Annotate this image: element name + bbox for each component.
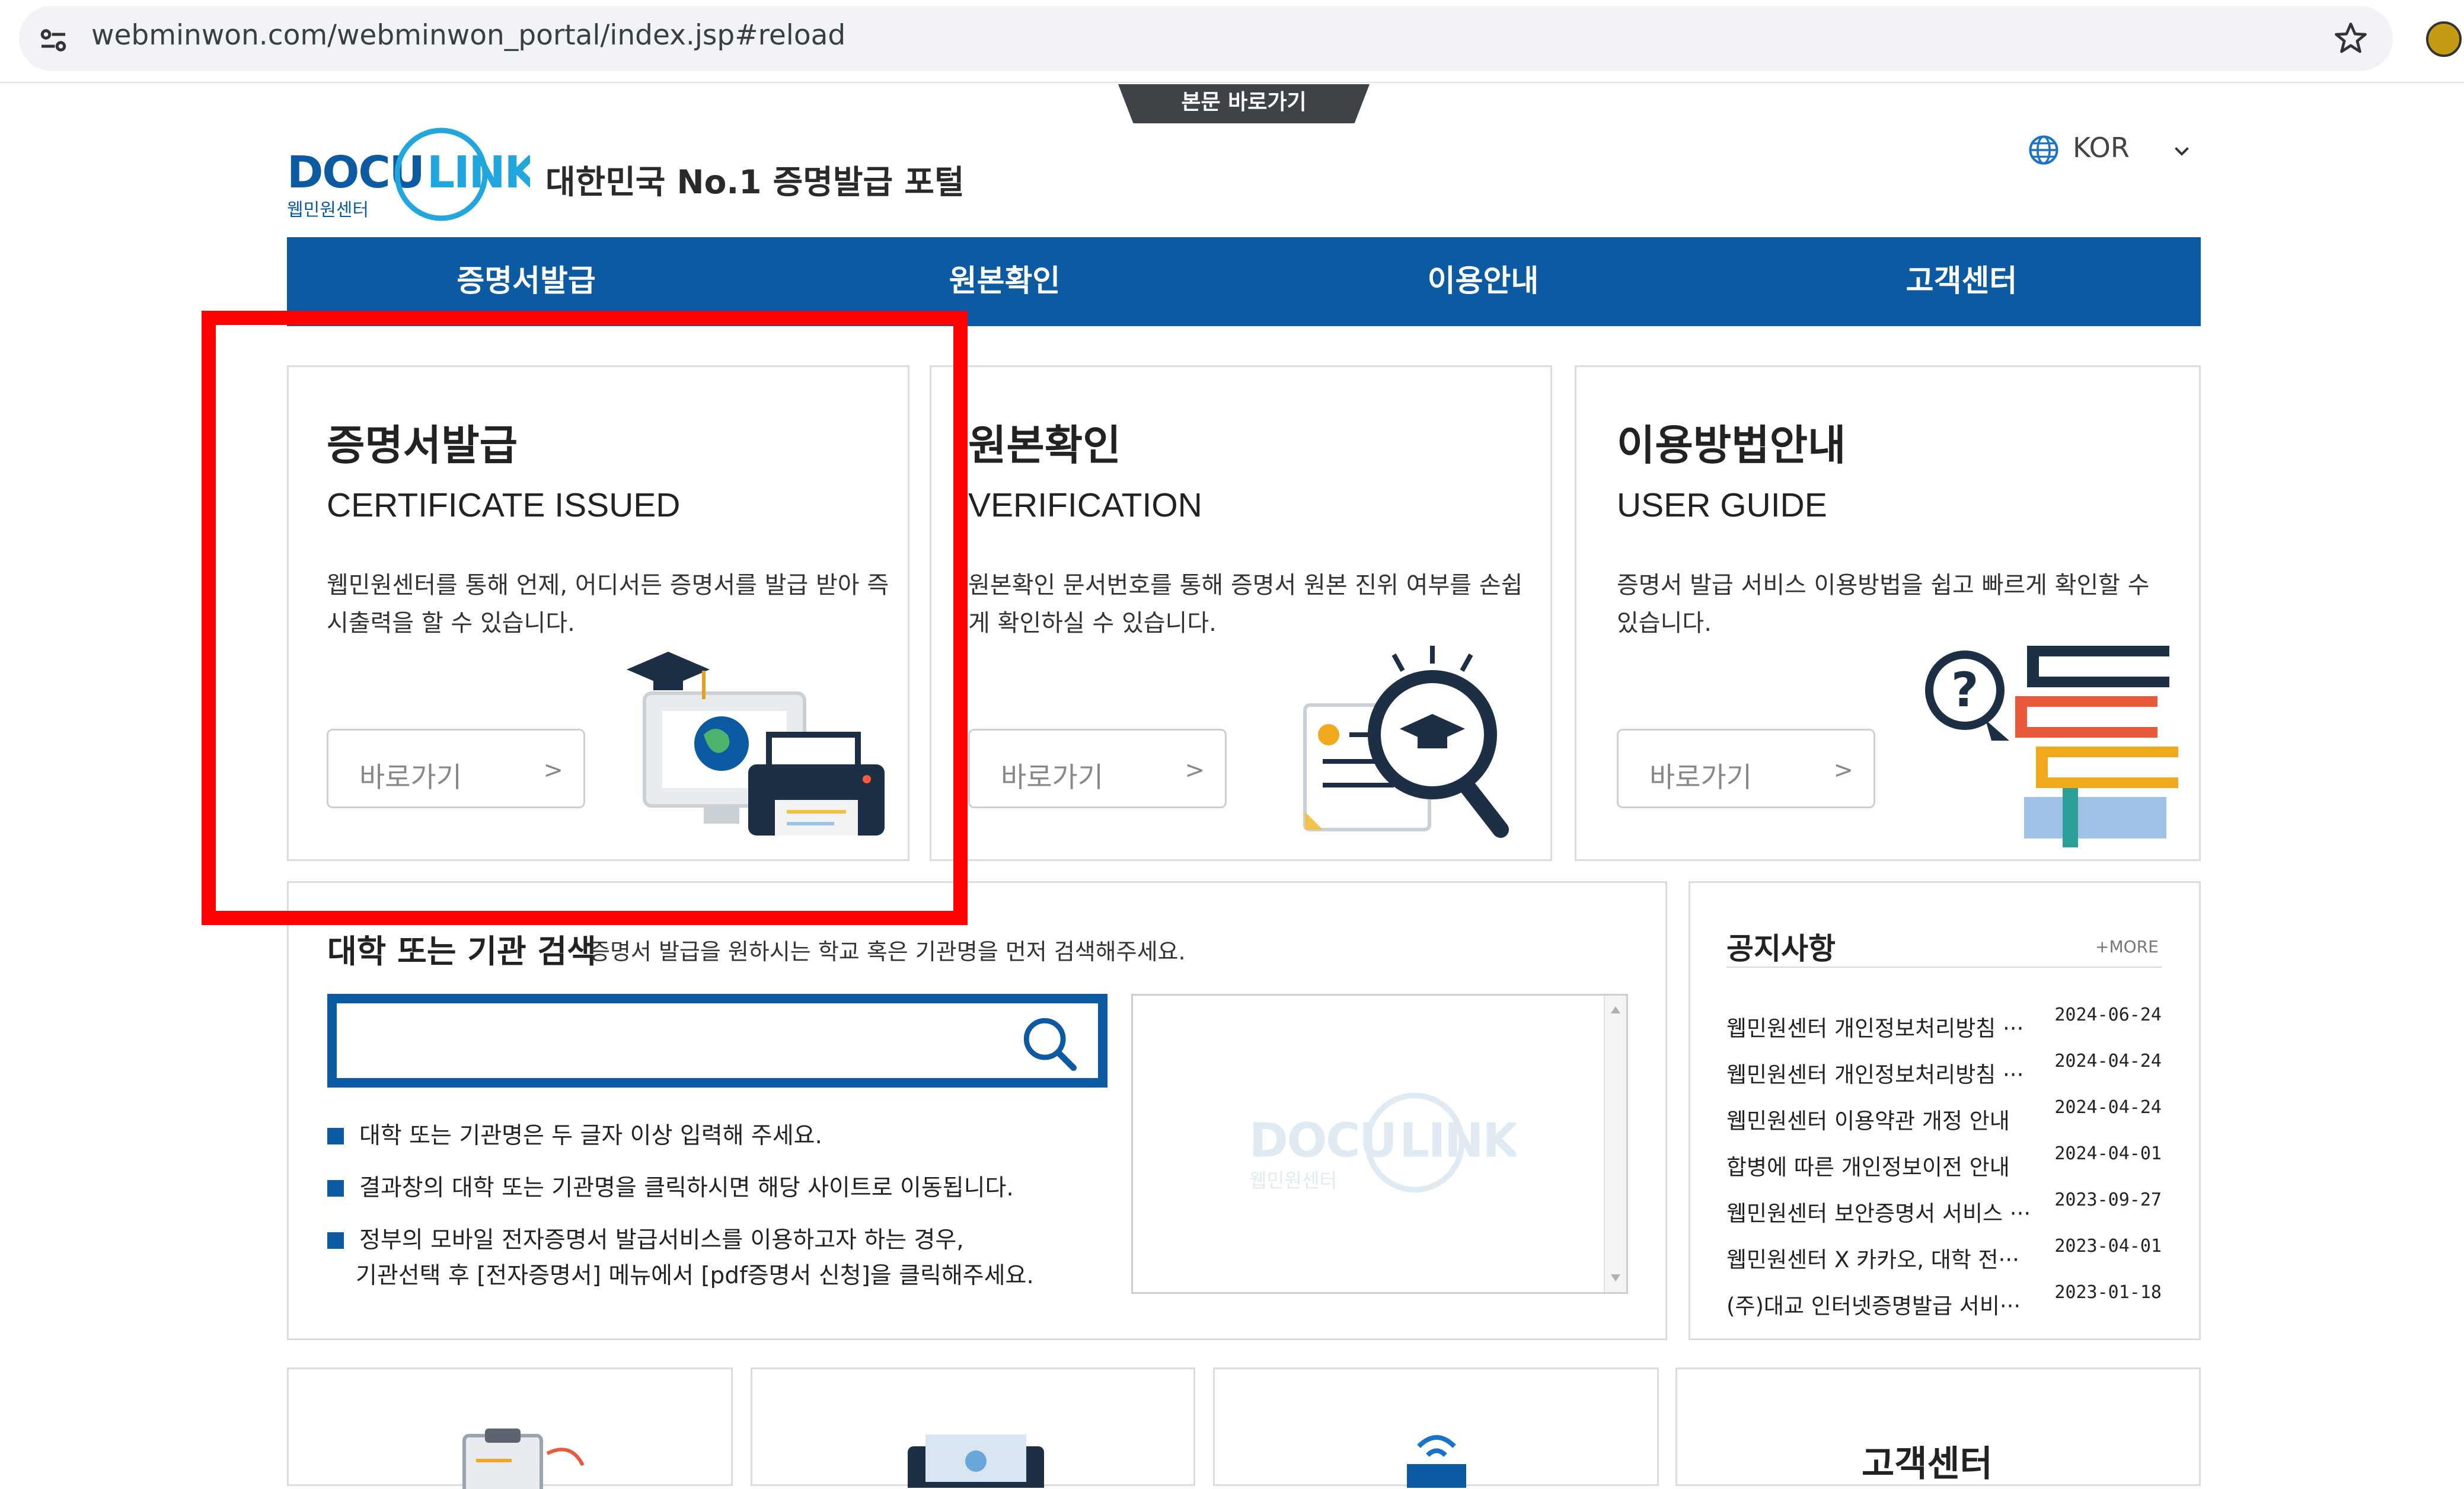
notice-title: 공지사항 [1726, 932, 1836, 966]
search-tip: 정부의 모바일 전자증명서 발급서비스를 이용하고자 하는 경우, [327, 1222, 964, 1255]
notice-item[interactable]: 웹민원센터 개인정보처리방침 ··· 2024-06-24 [1726, 1005, 2162, 1042]
card-user-guide: 이용방법안내 USER GUIDE 증명서 발급 서비스 이용방법을 쉽고 빠르… [1575, 365, 2201, 861]
monitor-gear-icon [908, 1434, 1044, 1488]
button-label: 바로가기 [1001, 761, 1103, 794]
card-certificate: 증명서발급 CERTIFICATE ISSUED 웹민원센터를 통해 언제, 어… [287, 365, 909, 861]
scroll-up-icon[interactable] [1608, 1004, 1623, 1016]
go-certificate-button[interactable]: 바로가기 > [327, 729, 585, 808]
search-results-box[interactable]: DOCU LINK 웹민원센터 [1131, 994, 1628, 1294]
card-title: 원본확인 [968, 421, 1121, 470]
notice-item-title[interactable]: 웹민원센터 보안증명서 서비스 ··· [1726, 1195, 2047, 1227]
bookmark-star-icon[interactable] [2332, 20, 2369, 57]
arrow-right-icon: > [1185, 757, 1205, 784]
notice-item-date: 2023-04-01 [2054, 1236, 2162, 1257]
institution-search-input[interactable] [349, 1015, 1003, 1070]
extension-icon[interactable] [2426, 21, 2462, 57]
search-title: 대학 또는 기관 검색 [327, 933, 596, 970]
tip-text: 대학 또는 기관명은 두 글자 이상 입력해 주세요. [359, 1123, 822, 1149]
card-title: 이용방법안내 [1617, 421, 1846, 470]
nav-item-certificate[interactable]: 증명서발급 [287, 237, 765, 326]
results-scrollbar[interactable] [1604, 996, 1626, 1292]
notice-item-title[interactable]: 합병에 따른 개인정보이전 안내 [1726, 1149, 2047, 1181]
scroll-down-icon[interactable] [1608, 1272, 1623, 1284]
question-books-icon: ? [1925, 646, 2178, 847]
search-hint: 증명서 발급을 원하시는 학교 혹은 기관명을 먼저 검색해주세요. [589, 939, 1186, 965]
chevron-down-icon[interactable] [2171, 140, 2192, 161]
magnifier-certificate-icon [1303, 646, 1509, 838]
globe-icon[interactable] [2028, 134, 2060, 166]
bullet-square-icon [327, 1180, 344, 1197]
doculink-watermark-logo: DOCU LINK 웹민원센터 [1249, 1092, 1516, 1193]
notice-item-date: 2024-04-24 [2054, 1097, 2162, 1118]
bottom-card[interactable] [1213, 1367, 1659, 1488]
nav-item-guide[interactable]: 이용안내 [1244, 237, 1722, 326]
search-icon[interactable] [1019, 1013, 1081, 1076]
tip-text: 결과창의 대학 또는 기관명을 클릭하시면 해당 사이트로 이동됩니다. [359, 1175, 1014, 1201]
arrow-right-icon: > [543, 757, 563, 784]
notice-item-title[interactable]: (주)대교 인터넷증명발급 서비··· [1726, 1288, 2047, 1320]
button-label: 바로가기 [1649, 761, 1752, 794]
card-subtitle: VERIFICATION [968, 486, 1202, 524]
notice-item[interactable]: 합병에 따른 개인정보이전 안내 2024-04-01 [1726, 1143, 2162, 1181]
notice-item[interactable]: 웹민원센터 개인정보처리방침 ··· 2024-04-24 [1726, 1051, 2162, 1089]
bullet-square-icon [327, 1232, 344, 1249]
card-subtitle: CERTIFICATE ISSUED [327, 486, 681, 524]
site-tagline: 대한민국 No.1 증명발급 포털 [545, 163, 965, 201]
search-box [327, 994, 1107, 1088]
notice-item[interactable]: (주)대교 인터넷증명발급 서비··· 2023-01-18 [1726, 1282, 2162, 1320]
svg-text:웹민원센터: 웹민원센터 [287, 200, 369, 221]
arrow-right-icon: > [1833, 757, 1853, 784]
button-label: 바로가기 [359, 761, 462, 794]
notice-item[interactable]: 웹민원센터 X 카카오, 대학 전··· 2023-04-01 [1726, 1236, 2162, 1274]
go-user-guide-button[interactable]: 바로가기 > [1617, 729, 1875, 808]
site-settings-icon[interactable] [36, 23, 71, 58]
svg-text:LINK: LINK [1399, 1112, 1516, 1168]
notice-item-date: 2024-04-24 [2054, 1051, 2162, 1072]
browser-divider [0, 82, 2464, 83]
main-nav: 증명서발급 원본확인 이용안내 고객센터 [287, 237, 2201, 326]
url-text[interactable]: webminwon.com/webminwon_portal/index.jsp… [91, 19, 845, 52]
notice-item-date: 2024-04-01 [2054, 1143, 2162, 1164]
go-verification-button[interactable]: 바로가기 > [968, 729, 1227, 808]
search-tip-continued: 기관선택 후 [전자증명서] 메뉴에서 [pdf증명서 신청]을 클릭해주세요. [356, 1262, 1034, 1289]
clipboard-icon [462, 1429, 585, 1489]
card-description: 증명서 발급 서비스 이용방법을 쉽고 빠르게 확인할 수 있습니다. [1617, 572, 2150, 637]
card-title: 증명서발급 [327, 421, 518, 470]
search-tip: 결과창의 대학 또는 기관명을 클릭하시면 해당 사이트로 이동됩니다. [327, 1169, 1014, 1203]
computer-printer-icon [627, 652, 885, 836]
tip-text: 정부의 모바일 전자증명서 발급서비스를 이용하고자 하는 경우, [359, 1227, 964, 1254]
bottom-card[interactable] [751, 1367, 1195, 1488]
doculink-logo[interactable]: DOCU LINK 웹민원센터 [287, 127, 530, 224]
skip-to-content-link[interactable]: 본문 바로가기 [1118, 84, 1370, 123]
card-subtitle: USER GUIDE [1617, 486, 1827, 524]
notice-item[interactable]: 웹민원센터 보안증명서 서비스 ··· 2023-09-27 [1726, 1190, 2162, 1227]
bullet-square-icon [327, 1128, 344, 1144]
notice-item-title[interactable]: 웹민원센터 개인정보처리방침 ··· [1726, 1057, 2047, 1089]
notice-item-title[interactable]: 웹민원센터 X 카카오, 대학 전··· [1726, 1242, 2047, 1274]
notice-item[interactable]: 웹민원센터 이용약관 개정 안내 2024-04-24 [1726, 1097, 2162, 1135]
nav-item-customer-center[interactable]: 고객센터 [1722, 237, 2201, 326]
search-tip: 대학 또는 기관명은 두 글자 이상 입력해 주세요. [327, 1117, 822, 1150]
svg-text:?: ? [1951, 662, 1978, 718]
svg-text:웹민원센터: 웹민원센터 [1249, 1169, 1337, 1192]
language-selector[interactable]: KOR [2073, 132, 2130, 164]
nav-item-verification[interactable]: 원본확인 [765, 237, 1244, 326]
bottom-card[interactable] [287, 1367, 733, 1489]
card-description: 원본확인 문서번호를 통해 증명서 원본 진위 여부를 손쉽게 확인하실 수 있… [968, 572, 1523, 637]
notice-item-title[interactable]: 웹민원센터 개인정보처리방침 ··· [1726, 1010, 2047, 1042]
card-verification: 원본확인 VERIFICATION 원본확인 문서번호를 통해 증명서 원본 진… [930, 365, 1552, 861]
wifi-device-icon [1407, 1435, 1466, 1488]
notice-item-title[interactable]: 웹민원센터 이용약관 개정 안내 [1726, 1103, 2047, 1135]
svg-text:LINK: LINK [427, 147, 530, 198]
customer-center-title: 고객센터 [1862, 1443, 1993, 1485]
notice-divider [1726, 967, 2162, 968]
notice-item-date: 2023-09-27 [2054, 1190, 2162, 1210]
card-description: 웹민원센터를 통해 언제, 어디서든 증명서를 발급 받아 즉시출력을 할 수 … [327, 572, 889, 637]
notice-item-date: 2024-06-24 [2054, 1005, 2162, 1025]
notice-item-date: 2023-01-18 [2054, 1282, 2162, 1303]
notice-more-link[interactable]: +MORE [2095, 937, 2159, 956]
